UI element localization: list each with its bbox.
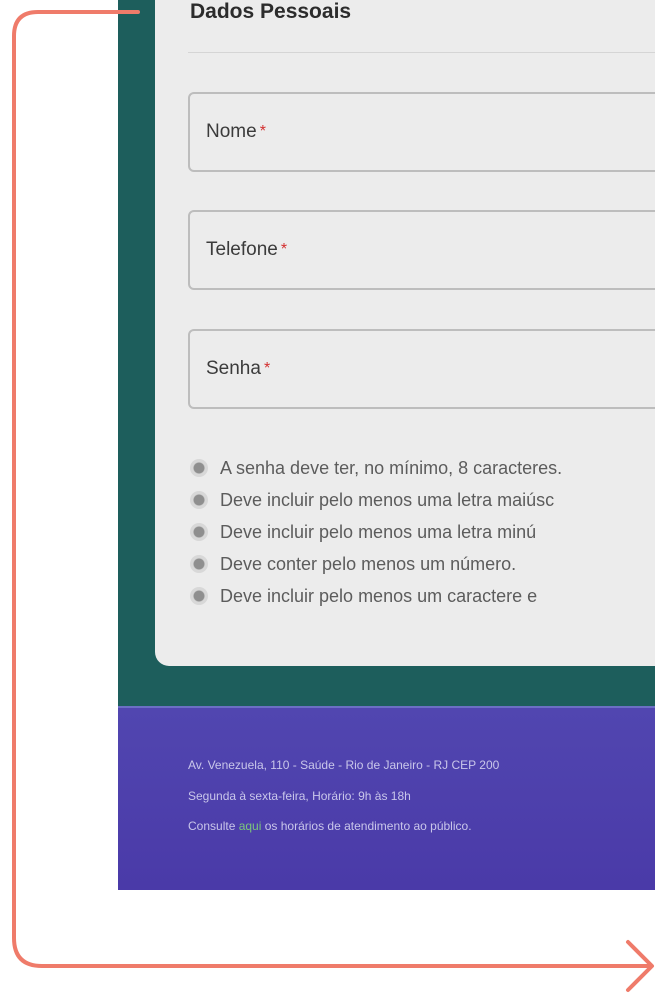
flow-arrow-icon: [12, 10, 654, 992]
